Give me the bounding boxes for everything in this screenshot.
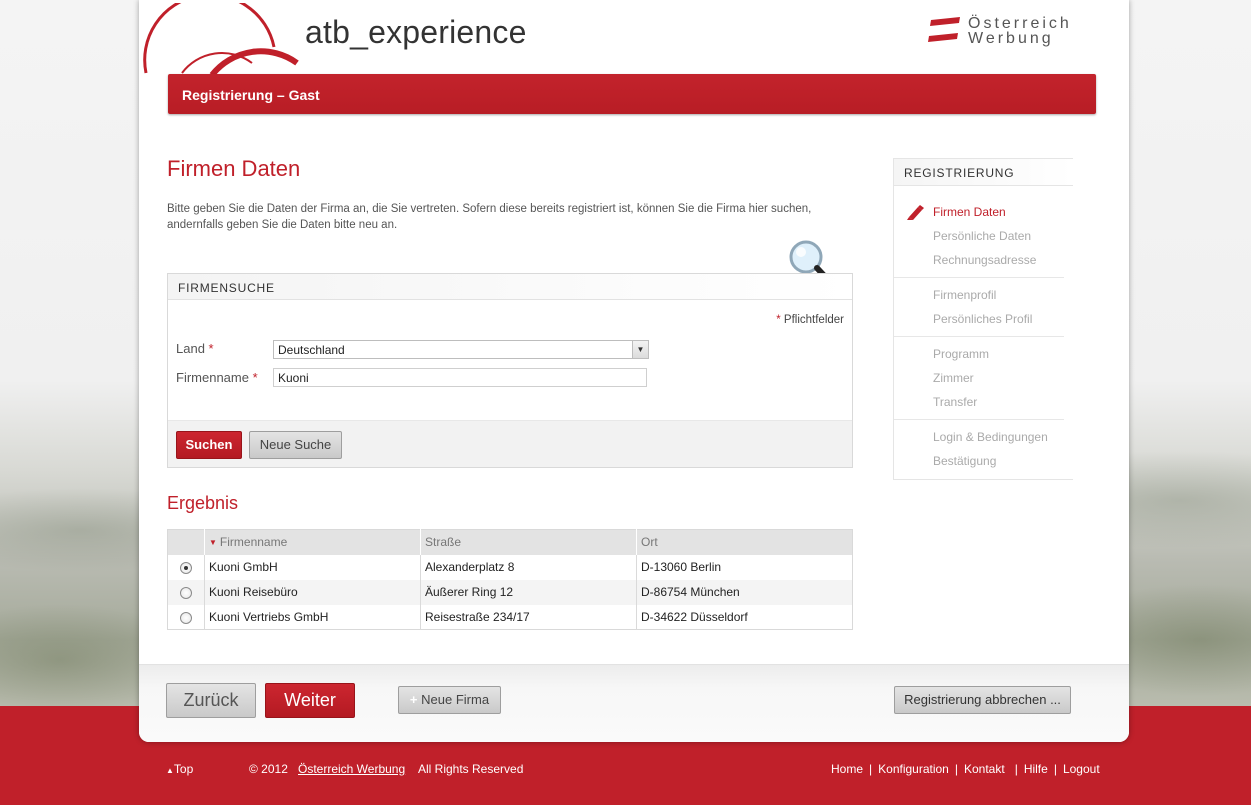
- column-header-company-label: Firmenname: [219, 535, 288, 550]
- chevron-down-icon[interactable]: ▼: [632, 341, 648, 358]
- footer: ▲Top © 2012 Österreich Werbung All Right…: [0, 760, 1251, 780]
- partner-name-line2: Werbung: [968, 30, 1054, 47]
- section-heading: Firmen Daten: [167, 156, 301, 181]
- new-company-label: Neue Firma: [421, 692, 490, 707]
- company-name-input[interactable]: [273, 368, 647, 387]
- pencil-icon: [907, 205, 924, 220]
- sidebar-divider: [894, 277, 1064, 278]
- company-label-text: Firmenname: [176, 370, 249, 385]
- back-to-top-label: Top: [173, 762, 194, 776]
- back-button[interactable]: Zurück: [166, 683, 256, 718]
- company-link[interactable]: Österreich Werbung: [298, 762, 405, 776]
- cell-street: Äußerer Ring 12: [420, 579, 637, 605]
- column-header-company[interactable]: ▼ Firmenname: [204, 529, 421, 555]
- cell-city: D-34622 Düsseldorf: [636, 604, 853, 630]
- sidebar-item-label: Firmen Daten: [933, 205, 1006, 219]
- footer-separator: |: [869, 762, 873, 776]
- sidebar-item-transfer[interactable]: Transfer: [894, 390, 1073, 414]
- plus-icon: +: [409, 692, 418, 707]
- sidebar-item-firmen-daten[interactable]: Firmen Daten: [894, 200, 1073, 224]
- page-container: atb_experience Österreich Werbung Regist…: [139, 0, 1129, 742]
- table-row[interactable]: Kuoni Reisebüro Äußerer Ring 12 D-86754 …: [167, 579, 853, 605]
- results-heading: Ergebnis: [167, 493, 239, 513]
- sidebar-item-programm[interactable]: Programm: [894, 342, 1073, 366]
- next-button[interactable]: Weiter: [265, 683, 355, 718]
- sidebar-divider: [894, 419, 1064, 420]
- cell-company: Kuoni GmbH: [204, 554, 421, 580]
- arrow-up-icon: ▲: [166, 766, 174, 775]
- intro-text: Bitte geben Sie die Daten der Firma an, …: [167, 203, 812, 231]
- sidebar-title: REGISTRIERUNG: [893, 158, 1073, 186]
- copyright: © 2012: [249, 762, 288, 776]
- footer-link-logout[interactable]: Logout: [1063, 762, 1100, 776]
- footer-link-home[interactable]: Home: [831, 762, 863, 776]
- footer-separator: |: [1053, 762, 1057, 776]
- company-search-panel: FIRMENSUCHE * Pflichtfelder Land * Deuts…: [167, 273, 853, 468]
- footer-link-konfiguration[interactable]: Konfiguration: [878, 762, 949, 776]
- required-fields-note: * Pflichtfelder: [776, 314, 844, 326]
- row-select-radio[interactable]: [180, 586, 192, 599]
- flag-icon: [928, 17, 960, 42]
- footer-separator: |: [1014, 762, 1018, 776]
- page-title: Registrierung – Gast: [182, 87, 320, 103]
- footer-link-kontakt[interactable]: Kontakt: [964, 762, 1005, 776]
- required-mark: *: [776, 314, 781, 326]
- sidebar-item-persoenliches-profil[interactable]: Persönliches Profil: [894, 307, 1073, 331]
- required-note-label: Pflichtfelder: [783, 314, 844, 326]
- column-header-street[interactable]: Straße: [420, 529, 637, 555]
- row-select-radio[interactable]: [180, 611, 192, 624]
- row-select-radio[interactable]: [180, 561, 192, 574]
- country-select-value: Deutschland: [278, 343, 345, 357]
- cell-street: Reisestraße 234/17: [420, 604, 637, 630]
- cell-city: D-13060 Berlin: [636, 554, 853, 580]
- page-title-bar: Registrierung – Gast: [168, 74, 1096, 114]
- country-label: Land *: [176, 341, 214, 356]
- search-button[interactable]: Suchen: [176, 431, 242, 459]
- registration-steps-sidebar: REGISTRIERUNG Firmen Daten Persönliche D…: [893, 158, 1073, 480]
- rights-text: All Rights Reserved: [418, 762, 524, 776]
- back-to-top-link[interactable]: ▲Top: [166, 762, 193, 776]
- cell-company: Kuoni Reisebüro: [204, 579, 421, 605]
- brand-title: atb_experience: [305, 14, 527, 50]
- select-column-header: [167, 529, 205, 555]
- footer-nav: Home | Konfiguration | Kontakt | Hilfe | Logout: [831, 762, 1100, 776]
- cell-city: D-86754 München: [636, 579, 853, 605]
- country-select[interactable]: Deutschland ▼: [273, 340, 649, 359]
- sidebar-divider: [894, 336, 1064, 337]
- sort-desc-icon: ▼: [209, 538, 217, 548]
- search-panel-title: FIRMENSUCHE: [168, 274, 852, 300]
- results-table: ▼ Firmenname Straße Ort Kuoni GmbH Alexan…: [167, 529, 853, 630]
- country-label-text: Land: [176, 341, 205, 356]
- footer-separator: |: [954, 762, 958, 776]
- sidebar-item-login-bedingungen[interactable]: Login & Bedingungen: [894, 425, 1073, 449]
- required-mark: *: [252, 370, 258, 385]
- footer-link-hilfe[interactable]: Hilfe: [1024, 762, 1048, 776]
- cell-street: Alexanderplatz 8: [420, 554, 637, 580]
- sidebar-item-zimmer[interactable]: Zimmer: [894, 366, 1073, 390]
- oesterreich-werbung-logo: Österreich Werbung: [928, 15, 1072, 47]
- search-actions: Suchen Neue Suche: [168, 420, 852, 467]
- sidebar-item-persoenliche-daten[interactable]: Persönliche Daten: [894, 224, 1073, 248]
- sidebar-item-bestaetigung[interactable]: Bestätigung: [894, 449, 1073, 473]
- sidebar-item-firmenprofil[interactable]: Firmenprofil: [894, 283, 1073, 307]
- table-row[interactable]: Kuoni GmbH Alexanderplatz 8 D-13060 Berl…: [168, 554, 853, 580]
- column-header-city[interactable]: Ort: [636, 529, 853, 555]
- sidebar-item-rechnungsadresse[interactable]: Rechnungsadresse: [894, 248, 1073, 272]
- company-label: Firmenname *: [176, 370, 258, 385]
- cell-company: Kuoni Vertriebs GmbH: [204, 604, 421, 630]
- cancel-registration-button[interactable]: Registrierung abbrechen ...: [894, 686, 1071, 714]
- table-row[interactable]: Kuoni Vertriebs GmbH Reisestraße 234/17 …: [168, 604, 853, 630]
- required-mark: *: [208, 341, 214, 356]
- partner-name-line1: Österreich: [968, 15, 1072, 32]
- new-search-button[interactable]: Neue Suche: [249, 431, 342, 459]
- new-company-button[interactable]: + Neue Firma: [398, 686, 501, 714]
- brand-logo-arcs: [143, 3, 299, 75]
